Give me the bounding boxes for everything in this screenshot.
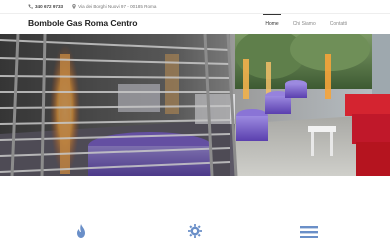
menu-icon: [300, 226, 318, 238]
features-section: [0, 176, 390, 240]
feature-gear: [185, 224, 205, 240]
hero-image: [0, 34, 390, 176]
flame-icon: [77, 224, 85, 238]
nav-chi-siamo[interactable]: Chi Siamo: [286, 14, 323, 34]
nav-home[interactable]: Home: [258, 14, 285, 34]
gear-icon: [188, 224, 202, 238]
phone-contact[interactable]: 340 672 9733: [28, 4, 63, 9]
address-text: Via dei Borghi Nuovi 97 - 00185 Roma: [78, 4, 157, 9]
map-pin-icon: [72, 4, 76, 9]
site-logo-text[interactable]: Bombole Gas Roma Centro: [28, 18, 138, 28]
main-nav: Home Chi Siamo Contatti: [258, 14, 354, 34]
site-header: Bombole Gas Roma Centro Home Chi Siamo C…: [0, 13, 390, 34]
phone-number: 340 672 9733: [35, 4, 64, 9]
nav-contatti[interactable]: Contatti: [323, 14, 354, 34]
address-contact: Via dei Borghi Nuovi 97 - 00185 Roma: [72, 4, 156, 9]
feature-menu: [299, 224, 319, 240]
feature-flame: [71, 224, 91, 240]
phone-icon: [28, 4, 33, 9]
top-contact-bar: 340 672 9733 Via dei Borghi Nuovi 97 - 0…: [0, 0, 390, 13]
